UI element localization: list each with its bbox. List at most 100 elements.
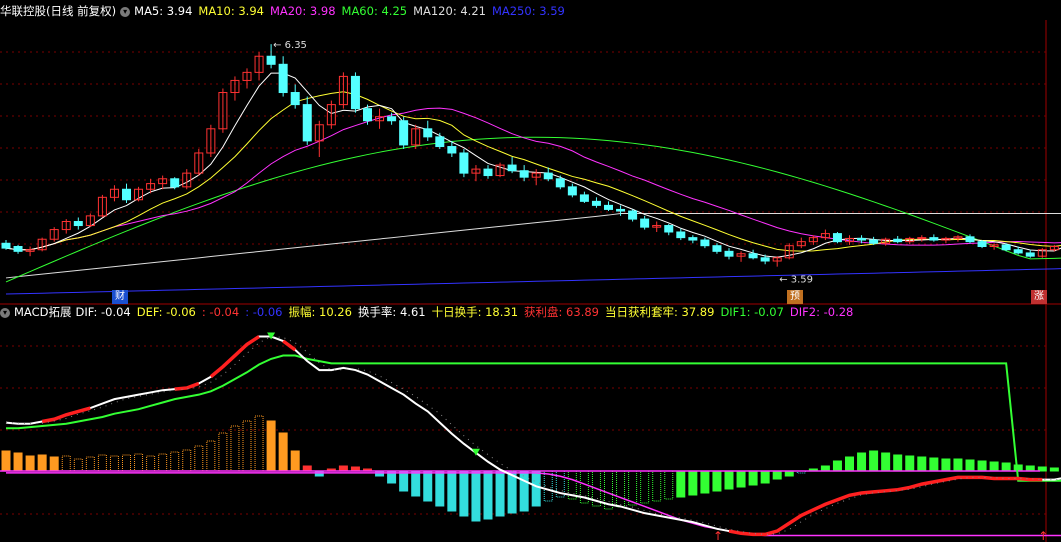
- dif1-line: [6, 354, 1061, 482]
- zhang-marker[interactable]: 涨: [1031, 290, 1047, 304]
- macd-bar: [25, 455, 35, 472]
- macd-bar: [61, 455, 71, 472]
- candle-body: [350, 75, 360, 110]
- macd-bar: [531, 470, 541, 507]
- price-panel-header: 华联控股(日线 前复权) ▾ MA5: 3.94 MA10: 3.94 MA20: 3.…: [0, 2, 1061, 20]
- macd-bar: [652, 470, 662, 502]
- macd-bar: [230, 425, 240, 472]
- candle-body: [399, 120, 409, 146]
- ma10-label: MA10: 3.94: [198, 4, 264, 18]
- candle-body: [929, 237, 939, 241]
- macd-bar: [724, 470, 734, 490]
- candle-body: [73, 221, 83, 227]
- macd-bar: [170, 451, 180, 472]
- macd-bar: [688, 470, 698, 496]
- macd-bar: [146, 455, 156, 472]
- ten-day-turnover-label: 十日换手: 18.31: [431, 305, 519, 319]
- ma60-label: MA60: 4.25: [341, 4, 408, 18]
- macd-bar: [97, 454, 107, 472]
- candle-body: [724, 250, 734, 257]
- macd-bar: [628, 470, 638, 506]
- candle-body: [543, 172, 553, 180]
- macd-bar: [13, 452, 23, 472]
- low-price-label: ← 3.59: [779, 275, 813, 286]
- candle-body: [760, 257, 770, 262]
- indicator-title: MACD拓展: [14, 305, 72, 319]
- candle-body: [302, 104, 312, 142]
- macd-bar: [290, 450, 300, 472]
- profit-ratio-label: 获利盘: 63.89: [524, 305, 599, 319]
- macd-bar: [989, 461, 999, 472]
- candle-body: [700, 239, 710, 247]
- candle-body: [13, 245, 23, 252]
- macd-bar: [772, 470, 782, 480]
- macd-bar: [965, 459, 975, 472]
- macd-bar: [929, 457, 939, 472]
- macd-bar: [423, 470, 433, 502]
- ma120-label: MA120: 4.21: [413, 4, 486, 18]
- candle-body: [290, 92, 300, 106]
- macd-bar: [905, 455, 915, 472]
- candle-body: [278, 63, 288, 94]
- macd-bar: [845, 456, 854, 472]
- candle-body: [483, 168, 493, 177]
- macd-bar: [206, 440, 216, 472]
- macd-bar: [49, 456, 59, 472]
- macd-bar: [158, 453, 168, 472]
- macd-bar: [977, 460, 987, 472]
- candle-body: [917, 237, 927, 240]
- macd-bar: [435, 470, 445, 507]
- candle-body: [616, 208, 626, 212]
- dif-red-segment: [282, 339, 297, 352]
- macd-bar: [37, 454, 47, 472]
- macd-bar: [832, 460, 842, 472]
- ma60-line: [5, 136, 1061, 283]
- macd-bar: [85, 456, 95, 472]
- candle-body: [893, 238, 903, 243]
- settings-circle-icon[interactable]: ▾: [120, 6, 131, 17]
- candle-body: [712, 245, 722, 252]
- macd-bar: [218, 432, 228, 472]
- dif-red-segment: [174, 381, 200, 391]
- amplitude-label: 振幅: 10.26: [288, 305, 352, 319]
- candle-body: [1025, 252, 1035, 257]
- candle-body: [1, 242, 11, 249]
- macd-bar: [1001, 462, 1011, 472]
- daily-profit-label: 当日获利套牢: 37.89: [604, 305, 715, 319]
- macd-bar: [1049, 467, 1059, 472]
- macd-bar: [893, 454, 903, 472]
- macd-bar: [760, 470, 770, 484]
- cai-marker[interactable]: 财: [112, 290, 128, 304]
- macd-bar: [182, 449, 192, 472]
- candle-body: [519, 170, 529, 178]
- macd-bar: [242, 420, 252, 472]
- candle-body: [748, 253, 758, 259]
- candle-body: [591, 200, 601, 206]
- macd-bar: [1, 450, 11, 472]
- candle-body: [122, 188, 131, 201]
- macd-bar: [278, 432, 288, 472]
- candle-body: [604, 204, 613, 210]
- ma120-line: [5, 212, 1061, 279]
- def-label: DEF: -0.06: [136, 305, 196, 319]
- stock-title: 华联控股(日线 前复权): [0, 4, 117, 18]
- dif-red-segment: [41, 406, 91, 424]
- macd-bar: [483, 470, 493, 520]
- macd-bar: [736, 470, 746, 488]
- candle-body: [423, 128, 433, 138]
- candle-body: [567, 186, 577, 196]
- candle-body: [170, 178, 180, 188]
- macd-bar: [399, 470, 409, 492]
- candle-body: [640, 218, 650, 228]
- candle-body: [628, 210, 638, 220]
- indicator-settings-icon[interactable]: ▾: [0, 307, 10, 318]
- candle-body: [857, 237, 867, 241]
- candle-body: [435, 136, 445, 148]
- macd-bar: [411, 470, 421, 497]
- candle-body: [688, 237, 698, 241]
- dif1-label: DIF1: -0.07: [720, 305, 784, 319]
- macd-bar: [254, 415, 264, 472]
- yu-marker[interactable]: 预: [787, 290, 803, 304]
- candle-body: [363, 108, 372, 122]
- macd-bar: [640, 470, 650, 504]
